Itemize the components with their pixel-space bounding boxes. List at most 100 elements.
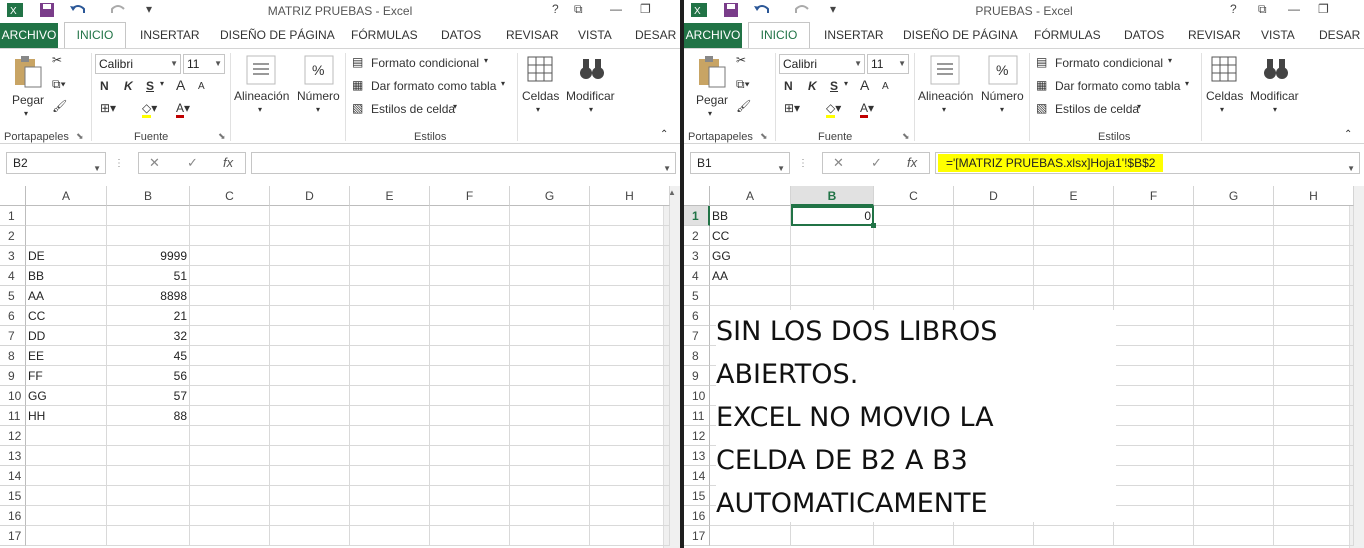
column-header[interactable]: E	[350, 186, 430, 206]
tab-insertar[interactable]: INSERTAR	[824, 28, 884, 42]
cell[interactable]: 88	[107, 406, 190, 426]
cell[interactable]	[1034, 246, 1114, 266]
cell[interactable]	[1114, 426, 1194, 446]
row-header[interactable]: 13	[684, 446, 710, 466]
cell[interactable]	[270, 486, 350, 506]
number-button[interactable]: Número	[297, 89, 340, 103]
cell[interactable]: DD	[26, 326, 107, 346]
cell[interactable]	[1194, 466, 1274, 486]
cell[interactable]: CC	[26, 306, 107, 326]
font-color-icon[interactable]: A▾	[860, 101, 874, 118]
cell[interactable]: 32	[107, 326, 190, 346]
row-header[interactable]: 2	[0, 226, 26, 246]
cell[interactable]	[954, 226, 1034, 246]
cell[interactable]	[350, 286, 430, 306]
cell[interactable]	[791, 526, 874, 546]
decrease-font-icon[interactable]: A	[882, 81, 889, 92]
cell[interactable]	[350, 346, 430, 366]
fill-color-icon[interactable]: ◇▾	[826, 101, 841, 118]
cell[interactable]	[430, 226, 510, 246]
tab-diseno-pagina[interactable]: DISEÑO DE PÁGINA	[220, 28, 335, 42]
chevron-down-icon[interactable]: ▾	[536, 105, 540, 114]
dialog-launcher-icon[interactable]: ⬊	[760, 131, 768, 142]
cell[interactable]: CC	[710, 226, 791, 246]
spreadsheet-grid[interactable]: ▲ A B C D E F G H 1 2 3 DE 9999 4 BB 51 5 AA 8898 6 CC 21 7 DD 3…	[0, 186, 680, 548]
column-header[interactable]: F	[1114, 186, 1194, 206]
tab-revisar[interactable]: REVISAR	[506, 28, 559, 42]
cell[interactable]: HH	[26, 406, 107, 426]
row-header[interactable]: 11	[684, 406, 710, 426]
cell[interactable]	[510, 326, 590, 346]
alignment-icon[interactable]	[246, 55, 276, 85]
cell[interactable]	[1194, 226, 1274, 246]
cell[interactable]	[791, 246, 874, 266]
cell[interactable]	[510, 446, 590, 466]
cell[interactable]	[1114, 286, 1194, 306]
cell[interactable]	[1194, 526, 1274, 546]
enter-icon[interactable]: ✓	[187, 155, 198, 171]
cell[interactable]	[190, 466, 270, 486]
column-header[interactable]: F	[430, 186, 510, 206]
alignment-button[interactable]: Alineación	[918, 89, 973, 103]
row-header[interactable]: 15	[0, 486, 26, 506]
underline-button[interactable]: S	[830, 79, 838, 93]
row-header[interactable]: 5	[684, 286, 710, 306]
cell[interactable]	[1194, 386, 1274, 406]
insert-function-icon[interactable]: fx	[907, 155, 917, 170]
cell[interactable]	[710, 286, 791, 306]
row-header[interactable]: 17	[0, 526, 26, 546]
tab-archivo[interactable]: ARCHIVO	[684, 23, 742, 48]
bold-button[interactable]: N	[100, 79, 109, 93]
chevron-down-icon[interactable]: ▾	[501, 79, 505, 88]
select-all-corner[interactable]	[0, 186, 26, 206]
cell[interactable]	[190, 206, 270, 226]
chevron-down-icon[interactable]: ▾	[844, 79, 848, 88]
cell[interactable]	[590, 466, 670, 486]
alignment-button[interactable]: Alineación	[234, 89, 289, 103]
cancel-icon[interactable]: ✕	[833, 155, 844, 171]
cell[interactable]	[1274, 246, 1354, 266]
cell[interactable]	[510, 266, 590, 286]
cell[interactable]	[107, 446, 190, 466]
cell[interactable]	[590, 426, 670, 446]
cell[interactable]	[430, 266, 510, 286]
row-header[interactable]: 8	[0, 346, 26, 366]
cell[interactable]	[954, 286, 1034, 306]
cell[interactable]	[590, 226, 670, 246]
cell[interactable]	[590, 386, 670, 406]
spreadsheet-grid[interactable]: A B C D E F G H 1 BB 0 2 CC 3 GG 4 AA 5 6 7 8 9 10 11 12 13 14 15 16…	[684, 186, 1364, 548]
row-header[interactable]: 7	[0, 326, 26, 346]
cell[interactable]: BB	[26, 266, 107, 286]
row-header[interactable]: 16	[684, 506, 710, 526]
cell[interactable]	[1274, 486, 1354, 506]
column-header[interactable]: B	[791, 186, 874, 206]
cell[interactable]	[190, 246, 270, 266]
cell[interactable]	[107, 466, 190, 486]
cell[interactable]	[1114, 446, 1194, 466]
cell[interactable]	[107, 526, 190, 546]
chevron-down-icon[interactable]: ▾	[1000, 105, 1004, 114]
row-header[interactable]: 13	[0, 446, 26, 466]
cell[interactable]	[510, 346, 590, 366]
binoculars-icon[interactable]	[1262, 55, 1290, 83]
cell[interactable]	[590, 326, 670, 346]
cell[interactable]	[1194, 406, 1274, 426]
cell[interactable]	[1114, 326, 1194, 346]
dialog-launcher-icon[interactable]: ⬊	[902, 131, 910, 142]
cell[interactable]	[510, 406, 590, 426]
cell[interactable]	[1034, 206, 1114, 226]
cell[interactable]	[1274, 466, 1354, 486]
minimize-icon[interactable]: —	[1288, 2, 1300, 16]
tab-datos[interactable]: DATOS	[441, 28, 481, 42]
cell[interactable]	[270, 426, 350, 446]
tab-inicio[interactable]: INICIO	[64, 22, 126, 49]
cell[interactable]	[510, 466, 590, 486]
increase-font-icon[interactable]: A	[176, 77, 185, 93]
tab-desarrollador[interactable]: DESAR	[635, 28, 676, 42]
cell[interactable]	[1114, 526, 1194, 546]
chevron-down-icon[interactable]: ▾	[589, 105, 593, 114]
cell[interactable]	[350, 486, 430, 506]
cell[interactable]	[510, 246, 590, 266]
restore-icon[interactable]: ❐	[1318, 2, 1329, 16]
cut-icon[interactable]: ✂	[52, 53, 62, 67]
